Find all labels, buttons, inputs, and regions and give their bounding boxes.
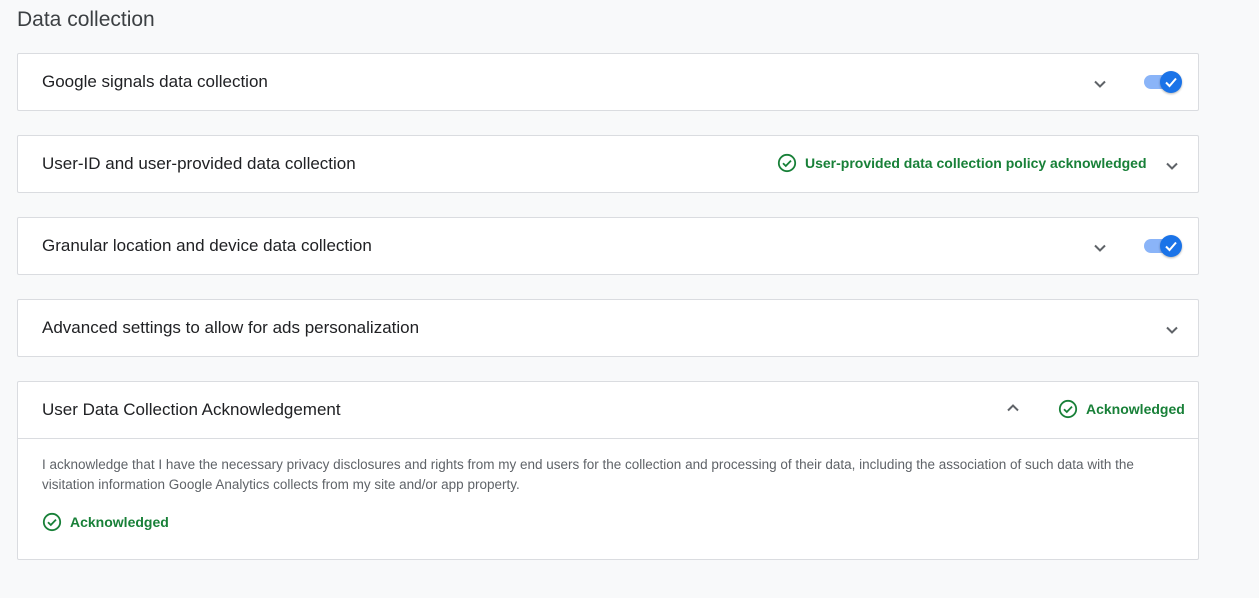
panel-title: Advanced settings to allow for ads perso… bbox=[42, 318, 420, 337]
panel-header-google-signals[interactable]: Google signals data collection bbox=[18, 54, 1198, 110]
chevron-down-icon[interactable] bbox=[1090, 238, 1110, 258]
status-badge: User-provided data collection policy ack… bbox=[777, 153, 1147, 173]
check-icon bbox=[1165, 77, 1177, 88]
panel-user-data-acknowledgement: User Data Collection Acknowledgement Ack… bbox=[17, 381, 1199, 560]
panel-title: Granular location and device data collec… bbox=[42, 236, 372, 255]
check-icon bbox=[1165, 241, 1177, 252]
status-badge: Acknowledged bbox=[1058, 399, 1185, 419]
panel-header-ads-personalization[interactable]: Advanced settings to allow for ads perso… bbox=[18, 300, 1198, 356]
check-circle-icon bbox=[777, 153, 797, 173]
acknowledged-status: Acknowledged bbox=[42, 512, 169, 532]
toggle-thumb bbox=[1160, 71, 1182, 93]
page-title: Data collection bbox=[17, 8, 155, 31]
panel-header-user-id[interactable]: User-ID and user-provided data collectio… bbox=[18, 136, 1198, 192]
status-text: User-provided data collection policy ack… bbox=[805, 155, 1147, 171]
divider bbox=[18, 438, 1198, 439]
panel-title: User-ID and user-provided data collectio… bbox=[42, 154, 356, 173]
check-circle-icon bbox=[42, 512, 62, 532]
panel-google-signals: Google signals data collection bbox=[17, 53, 1199, 111]
panel-header-granular-location[interactable]: Granular location and device data collec… bbox=[18, 218, 1198, 274]
panel-title: Google signals data collection bbox=[42, 72, 268, 91]
status-text: Acknowledged bbox=[1086, 401, 1185, 417]
chevron-down-icon[interactable] bbox=[1162, 156, 1182, 176]
google-signals-toggle[interactable] bbox=[1144, 71, 1182, 93]
panel-header-user-data-acknowledgement[interactable]: User Data Collection Acknowledgement Ack… bbox=[18, 382, 1198, 438]
acknowledgement-text: I acknowledge that I have the necessary … bbox=[42, 457, 1134, 492]
chevron-up-icon[interactable] bbox=[1003, 398, 1023, 418]
panel-ads-personalization: Advanced settings to allow for ads perso… bbox=[17, 299, 1199, 357]
check-circle-icon bbox=[1058, 399, 1078, 419]
status-text: Acknowledged bbox=[70, 514, 169, 530]
panel-granular-location: Granular location and device data collec… bbox=[17, 217, 1199, 275]
panel-user-id: User-ID and user-provided data collectio… bbox=[17, 135, 1199, 193]
granular-location-toggle[interactable] bbox=[1144, 235, 1182, 257]
panel-title: User Data Collection Acknowledgement bbox=[42, 400, 341, 419]
toggle-thumb bbox=[1160, 235, 1182, 257]
chevron-down-icon[interactable] bbox=[1162, 320, 1182, 340]
chevron-down-icon[interactable] bbox=[1090, 74, 1110, 94]
